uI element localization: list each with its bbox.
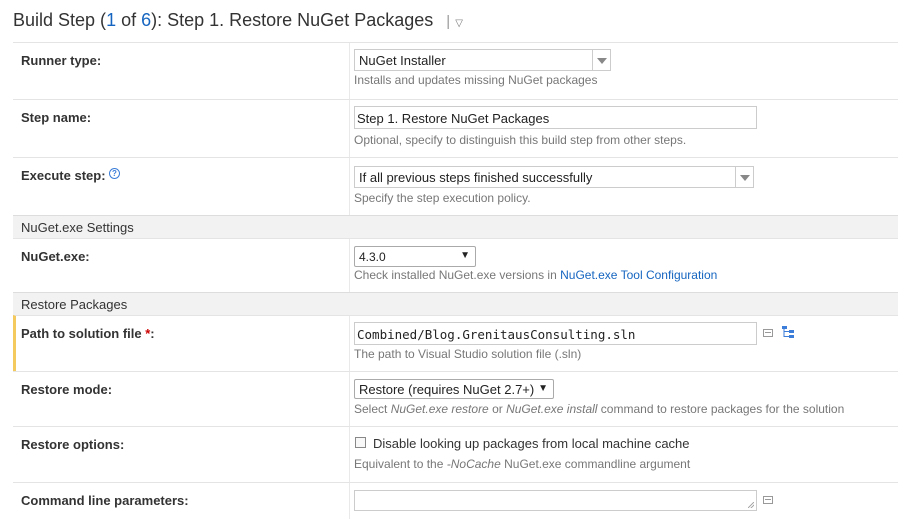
nuget-exe-label: NuGet.exe: <box>21 249 90 264</box>
solution-path-label-text: Path to solution file <box>21 326 146 341</box>
step-name-label: Step name: <box>21 110 92 125</box>
nuget-version-select[interactable]: 4.3.0 ▼ <box>354 246 476 267</box>
command-line-label: Command line parameters: <box>21 493 189 508</box>
tree-browse-icon[interactable] <box>781 325 795 339</box>
step-name-input[interactable]: Step 1. Restore NuGet Packages <box>354 106 757 129</box>
step-menu-arrow-icon[interactable]: ▽ <box>455 18 463 29</box>
restore-mode-select[interactable]: Restore (requires NuGet 2.7+) ▼ <box>354 379 554 399</box>
runner-type-value: NuGet Installer <box>359 53 446 68</box>
runner-type-note: Installs and updates missing NuGet packa… <box>354 73 598 87</box>
restore-mode-note-c: or <box>488 402 507 416</box>
runner-type-select[interactable]: NuGet Installer <box>354 49 611 71</box>
restore-options-row: Restore options: <box>13 426 898 482</box>
runner-type-label: Runner type: <box>21 53 102 68</box>
dropdown-arrow-icon: ▼ <box>538 383 548 394</box>
nuget-tool-config-link[interactable]: NuGet.exe Tool Configuration <box>560 268 717 282</box>
nuget-version-value: 4.3.0 <box>359 250 386 264</box>
restore-mode-note: Select NuGet.exe restore or NuGet.exe in… <box>354 402 844 416</box>
restore-options-note-a: Equivalent to the <box>354 457 447 471</box>
no-cache-checkbox-label[interactable]: Disable looking up packages from local m… <box>373 436 690 451</box>
dropdown-arrow-icon: ▼ <box>460 250 470 261</box>
section-restore-title: Restore Packages <box>21 297 128 312</box>
section-nuget-settings: NuGet.exe Settings <box>13 215 898 238</box>
restore-options-note: Equivalent to the -NoCache NuGet.exe com… <box>354 457 690 471</box>
solution-path-note: The path to Visual Studio solution file … <box>354 347 582 361</box>
text-editor-icon[interactable] <box>763 496 773 504</box>
restore-options-note-c: NuGet.exe commandline argument <box>500 457 691 471</box>
title-of: of <box>116 10 142 30</box>
restore-options-label: Restore options: <box>21 437 125 452</box>
restore-options-note-b: -NoCache <box>446 457 501 471</box>
restore-mode-value: Restore (requires NuGet 2.7+) <box>359 382 535 397</box>
execute-step-value: If all previous steps finished successfu… <box>359 170 593 185</box>
restore-mode-note-a: Select <box>354 402 391 416</box>
solution-path-value: Combined/Blog.GrenitausConsulting.sln <box>357 327 636 342</box>
help-icon[interactable]: ? <box>109 168 120 179</box>
title-suffix: ): Step 1. Restore NuGet Packages <box>151 10 434 30</box>
restore-mode-label: Restore mode: <box>21 382 113 397</box>
solution-path-label: Path to solution file *: <box>21 326 155 341</box>
restore-mode-note-e: command to restore packages for the solu… <box>597 402 845 416</box>
page-title: Build Step (1 of 6): Step 1. Restore NuG… <box>13 10 463 31</box>
step-current-link[interactable]: 1 <box>106 10 116 30</box>
title-prefix: Build Step ( <box>13 10 107 30</box>
nuget-exe-note-text: Check installed NuGet.exe versions in <box>354 268 561 282</box>
chevron-down-icon[interactable] <box>592 50 610 70</box>
solution-path-colon: : <box>150 326 155 341</box>
nuget-exe-note: Check installed NuGet.exe versions in Nu… <box>354 268 717 282</box>
text-editor-icon[interactable] <box>763 329 773 337</box>
step-total-link[interactable]: 6 <box>141 10 151 30</box>
section-restore-packages: Restore Packages <box>13 292 898 315</box>
step-name-value: Step 1. Restore NuGet Packages <box>357 111 550 126</box>
restore-mode-note-b: NuGet.exe restore <box>390 402 489 416</box>
chevron-down-icon[interactable] <box>735 167 753 187</box>
restore-mode-note-d: NuGet.exe install <box>506 402 598 416</box>
resize-grip-icon[interactable] <box>748 502 754 508</box>
command-line-textarea[interactable] <box>354 490 757 511</box>
solution-path-input[interactable]: Combined/Blog.GrenitausConsulting.sln <box>354 322 757 345</box>
title-divider: | <box>446 13 451 30</box>
step-name-note: Optional, specify to distinguish this bu… <box>354 133 687 147</box>
no-cache-checkbox[interactable] <box>355 437 366 448</box>
section-nuget-title: NuGet.exe Settings <box>21 220 134 235</box>
execute-step-label: Execute step: <box>21 168 106 183</box>
execute-step-note: Specify the step execution policy. <box>354 191 531 205</box>
execute-step-select[interactable]: If all previous steps finished successfu… <box>354 166 754 188</box>
